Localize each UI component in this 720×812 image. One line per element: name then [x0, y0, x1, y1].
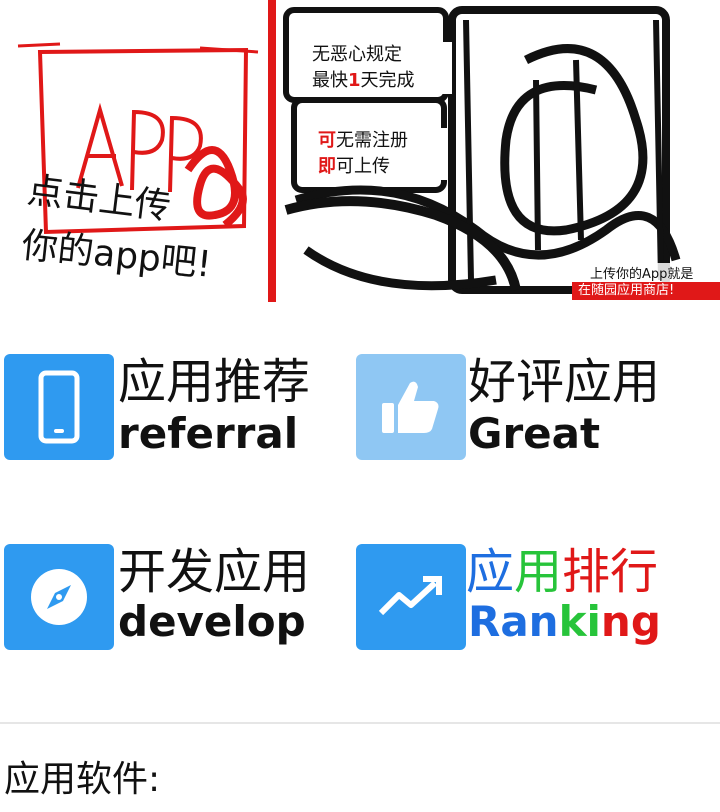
promo-text-1: 无恶心规定 最快1天完成 [312, 42, 452, 94]
banner-caption-line2: 在随园应用商店! [572, 282, 720, 300]
tile-ranking[interactable]: 应用排行 Ranking [352, 540, 720, 652]
tile-ranking-subtitle: Ranking [468, 598, 661, 646]
promo1-line2: 最快1天完成 [312, 68, 452, 94]
promo1-line2-a: 最快 [312, 70, 348, 91]
promo2-line2: 即可上传 [318, 154, 448, 180]
banner-caption-line1: 上传你的App就是 [588, 263, 696, 282]
banner-divider [268, 0, 276, 302]
tile-great[interactable]: 好评应用 Great [352, 350, 720, 462]
section-title: 应用软件: [4, 759, 161, 800]
tile-great-subtitle: Great [468, 409, 601, 458]
ranking-title-part1: 应 [466, 544, 515, 600]
section-divider [0, 722, 720, 724]
promo-text-2: 可无需注册 即可上传 [318, 128, 448, 180]
tile-referral-title: 应用推荐 [118, 354, 311, 410]
promo2-line1: 可无需注册 [318, 128, 448, 154]
tile-referral[interactable]: 应用推荐 referral [0, 350, 350, 462]
promo2-line2-a: 即 [318, 156, 336, 177]
promo-banner[interactable]: 点击上传 你的app吧! 无恶心规定 最快1天完成 可无需注册 即可上传 上传你… [0, 0, 720, 302]
compass-icon [4, 544, 114, 650]
tile-referral-subtitle: referral [118, 409, 299, 458]
tile-great-title: 好评应用 [468, 354, 661, 410]
ranking-title-part4: 行 [610, 544, 659, 600]
tile-develop[interactable]: 开发应用 develop [0, 540, 350, 652]
promo2-line1-b: 无需注册 [336, 130, 408, 151]
promo1-line1: 无恶心规定 [312, 44, 402, 65]
thumbs-up-icon [356, 354, 466, 460]
phone-icon [4, 354, 114, 460]
tile-ranking-title: 应用排行 [466, 544, 658, 600]
tile-develop-subtitle: develop [118, 597, 306, 646]
promo2-line2-b: 可上传 [336, 156, 390, 177]
tile-develop-title: 开发应用 [118, 544, 311, 600]
trending-up-icon [356, 544, 466, 650]
promo1-line2-c: 天完成 [360, 70, 415, 91]
ranking-subtitle-part3: ng [600, 597, 661, 646]
ranking-subtitle-part1: Ran [468, 597, 559, 646]
ranking-title-part2: 用 [514, 544, 563, 600]
ranking-title-part3: 排 [562, 544, 611, 600]
ranking-subtitle-part2: ki [558, 597, 601, 646]
promo2-line1-a: 可 [318, 130, 336, 151]
promo1-line2-b: 1 [348, 70, 361, 91]
